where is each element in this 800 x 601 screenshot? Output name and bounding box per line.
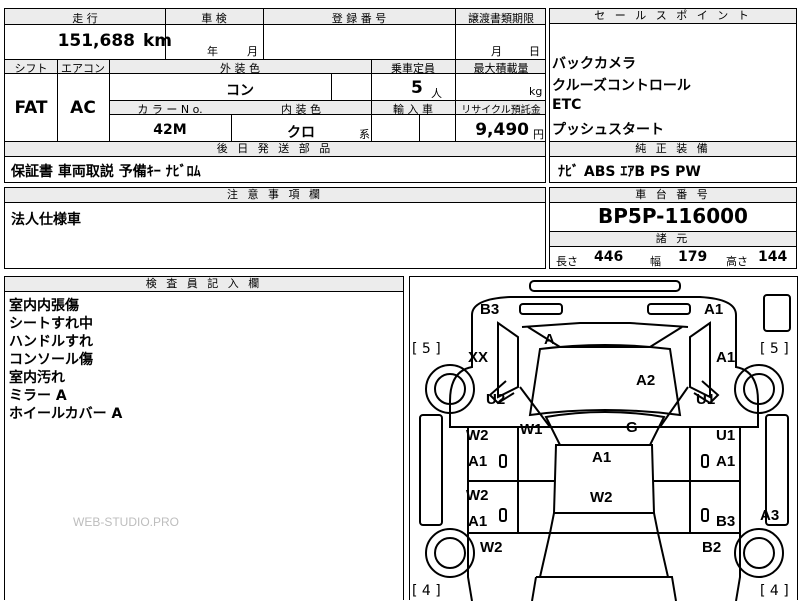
mark-rear-right-quarter: B2 (702, 539, 722, 556)
color-no-label: カ ラ ー N o. (137, 103, 203, 116)
sales-point-item: ETC (552, 97, 582, 113)
chassis-title: 車 台 番 号 (550, 188, 796, 203)
inspector-note-line: コンソール傷 (9, 352, 93, 368)
mark-right-mirror: U1 (696, 391, 716, 408)
mark-hood: A (544, 331, 555, 348)
tire-tread-rear-right: [ 4 ] (760, 583, 789, 599)
capacity-label: 乗車定員 (391, 62, 435, 75)
mark-hood-right: A2 (636, 372, 656, 389)
transfer-month-unit: 月 (491, 45, 502, 58)
sales-point-item: プッシュスタート (552, 122, 664, 138)
mark-roof-front: G (626, 419, 638, 436)
mark-front-bumper-right: A1 (704, 301, 724, 318)
aircon-value: AC (70, 98, 96, 118)
interior-value: クロ (287, 125, 315, 141)
header-fields-panel: 走 行 車 検 登 録 番 号 譲渡書類期限 151,688 km 年 月 月 … (4, 8, 546, 60)
capacity-unit: 人 (431, 87, 442, 100)
sales-point-item: クルーズコントロール (552, 78, 691, 94)
chassis-panel: 車 台 番 号 BP5P-116000 諸 元 長さ 446 幅 179 高さ … (549, 187, 797, 269)
interior-suffix: 系 (359, 128, 370, 141)
month-unit: 月 (247, 45, 258, 58)
mark-left-mirror: U2 (486, 391, 506, 408)
mileage-label: 走 行 (72, 12, 98, 25)
capacity-value: 5 (411, 78, 423, 98)
mark-rear-left-door: A1 (468, 513, 488, 530)
later-parts-value: 保証書 車両取説 予備ｷｰ ﾅﾋﾞﾛﾑ (11, 164, 201, 180)
notes-title: 注 意 事 項 欄 (5, 188, 545, 203)
shift-value: FAT (14, 98, 48, 118)
notes-value: 法人仕様車 (11, 212, 81, 228)
car-diagram-panel: [ 5 ] [ 5 ] [ 4 ] [ 4 ] B3 A1 A A2 XX A1… (409, 276, 798, 601)
max-load-label: 最大積載量 (473, 62, 529, 75)
import-label: 輸 入 車 (393, 103, 433, 116)
mark-windshield: W1 (520, 421, 543, 438)
length-value: 446 (594, 249, 624, 265)
transfer-day-unit: 日 (529, 45, 540, 58)
mileage-value: 151,688 (57, 31, 135, 51)
notes-panel: 注 意 事 項 欄 法人仕様車 (4, 187, 546, 269)
inspector-note-line: 室内内張傷 (9, 298, 79, 314)
recycle-label: リサイクル預託金 (461, 105, 541, 116)
sales-point-item: バックカメラ (552, 56, 636, 72)
sales-points-panel: セ ー ル ス ポ イ ン ト バックカメラ クルーズコントロール ETC プッ… (549, 8, 797, 142)
later-parts-title: 後 日 発 送 部 品 (5, 142, 545, 157)
mileage-unit: km (143, 31, 173, 51)
width-value: 179 (678, 249, 708, 265)
mark-right-rear-quarter: A3 (760, 507, 780, 524)
width-label: 幅 (650, 255, 661, 268)
inspector-notes-panel: 検 査 員 記 入 欄 室内内張傷 シートすれ中 ハンドルすれ コンソール傷 室… (4, 276, 404, 600)
mark-front-left-door-glass: W2 (466, 427, 489, 444)
mark-rear-left-door-glass: W2 (466, 487, 489, 504)
mark-rear-right-door: B3 (716, 513, 736, 530)
mark-front-right-door: A1 (716, 453, 736, 470)
inspector-note-line: ミラー A (9, 388, 67, 404)
tire-tread-rear-left: [ 4 ] (412, 583, 441, 599)
genuine-equipment-title: 純 正 装 備 (550, 142, 796, 157)
dimensions-title: 諸 元 (550, 231, 796, 247)
shift-label: シフト (14, 62, 48, 75)
mark-rear-left-quarter-glass: W2 (480, 539, 503, 556)
recycle-value: 9,490 (475, 120, 529, 140)
inspector-note-line: ハンドルすれ (9, 334, 93, 350)
mark-front-right-fender: A1 (716, 349, 736, 366)
exterior-value: コン (226, 83, 254, 99)
height-value: 144 (758, 249, 788, 265)
exterior-label: 外 装 色 (220, 62, 260, 75)
recycle-unit: 円 (533, 128, 544, 141)
mark-roof: A1 (592, 449, 612, 466)
inspector-note-line: ホイールカバー A (9, 406, 123, 422)
inspector-notes-title: 検 査 員 記 入 欄 (5, 277, 403, 292)
load-unit: kg (529, 85, 543, 98)
tire-tread-front-right: [ 5 ] (760, 341, 789, 357)
genuine-equipment-panel: 純 正 装 備 ﾅﾋﾞ ABS ｴｱB PS PW (549, 141, 797, 183)
transfer-deadline-label: 譲渡書類期限 (468, 12, 534, 25)
mark-front-right-door-glass: U1 (716, 427, 736, 444)
sales-points-title: セ ー ル ス ポ イ ン ト (550, 9, 796, 24)
later-parts-panel: 後 日 発 送 部 品 保証書 車両取説 予備ｷｰ ﾅﾋﾞﾛﾑ (4, 141, 546, 183)
registration-label: 登 録 番 号 (331, 12, 387, 25)
tire-tread-front-left: [ 5 ] (412, 341, 441, 357)
mark-front-left-door: A1 (468, 453, 488, 470)
genuine-equipment-value: ﾅﾋﾞ ABS ｴｱB PS PW (558, 164, 701, 180)
mark-front-left-fender: XX (468, 349, 489, 366)
mark-front-bumper-left: B3 (480, 301, 500, 318)
watermark: WEB-STUDIO.PRO (73, 515, 180, 529)
height-label: 高さ (726, 255, 748, 268)
mark-rear-glass-center: W2 (590, 489, 613, 506)
chassis-number: BP5P-116000 (598, 204, 748, 228)
inspector-note-line: シートすれ中 (9, 316, 93, 332)
spec-panel: シフト エアコン 外 装 色 乗車定員 最大積載量 FAT AC コン 5 人 … (4, 59, 546, 142)
inspector-note-line: 室内汚れ (9, 370, 65, 386)
color-no-value: 42M (153, 122, 187, 138)
length-label: 長さ (556, 255, 578, 268)
aircon-label: エアコン (61, 62, 105, 75)
interior-label: 内 装 色 (281, 103, 321, 116)
year-unit: 年 (207, 45, 218, 58)
inspection-label: 車 検 (201, 12, 227, 25)
